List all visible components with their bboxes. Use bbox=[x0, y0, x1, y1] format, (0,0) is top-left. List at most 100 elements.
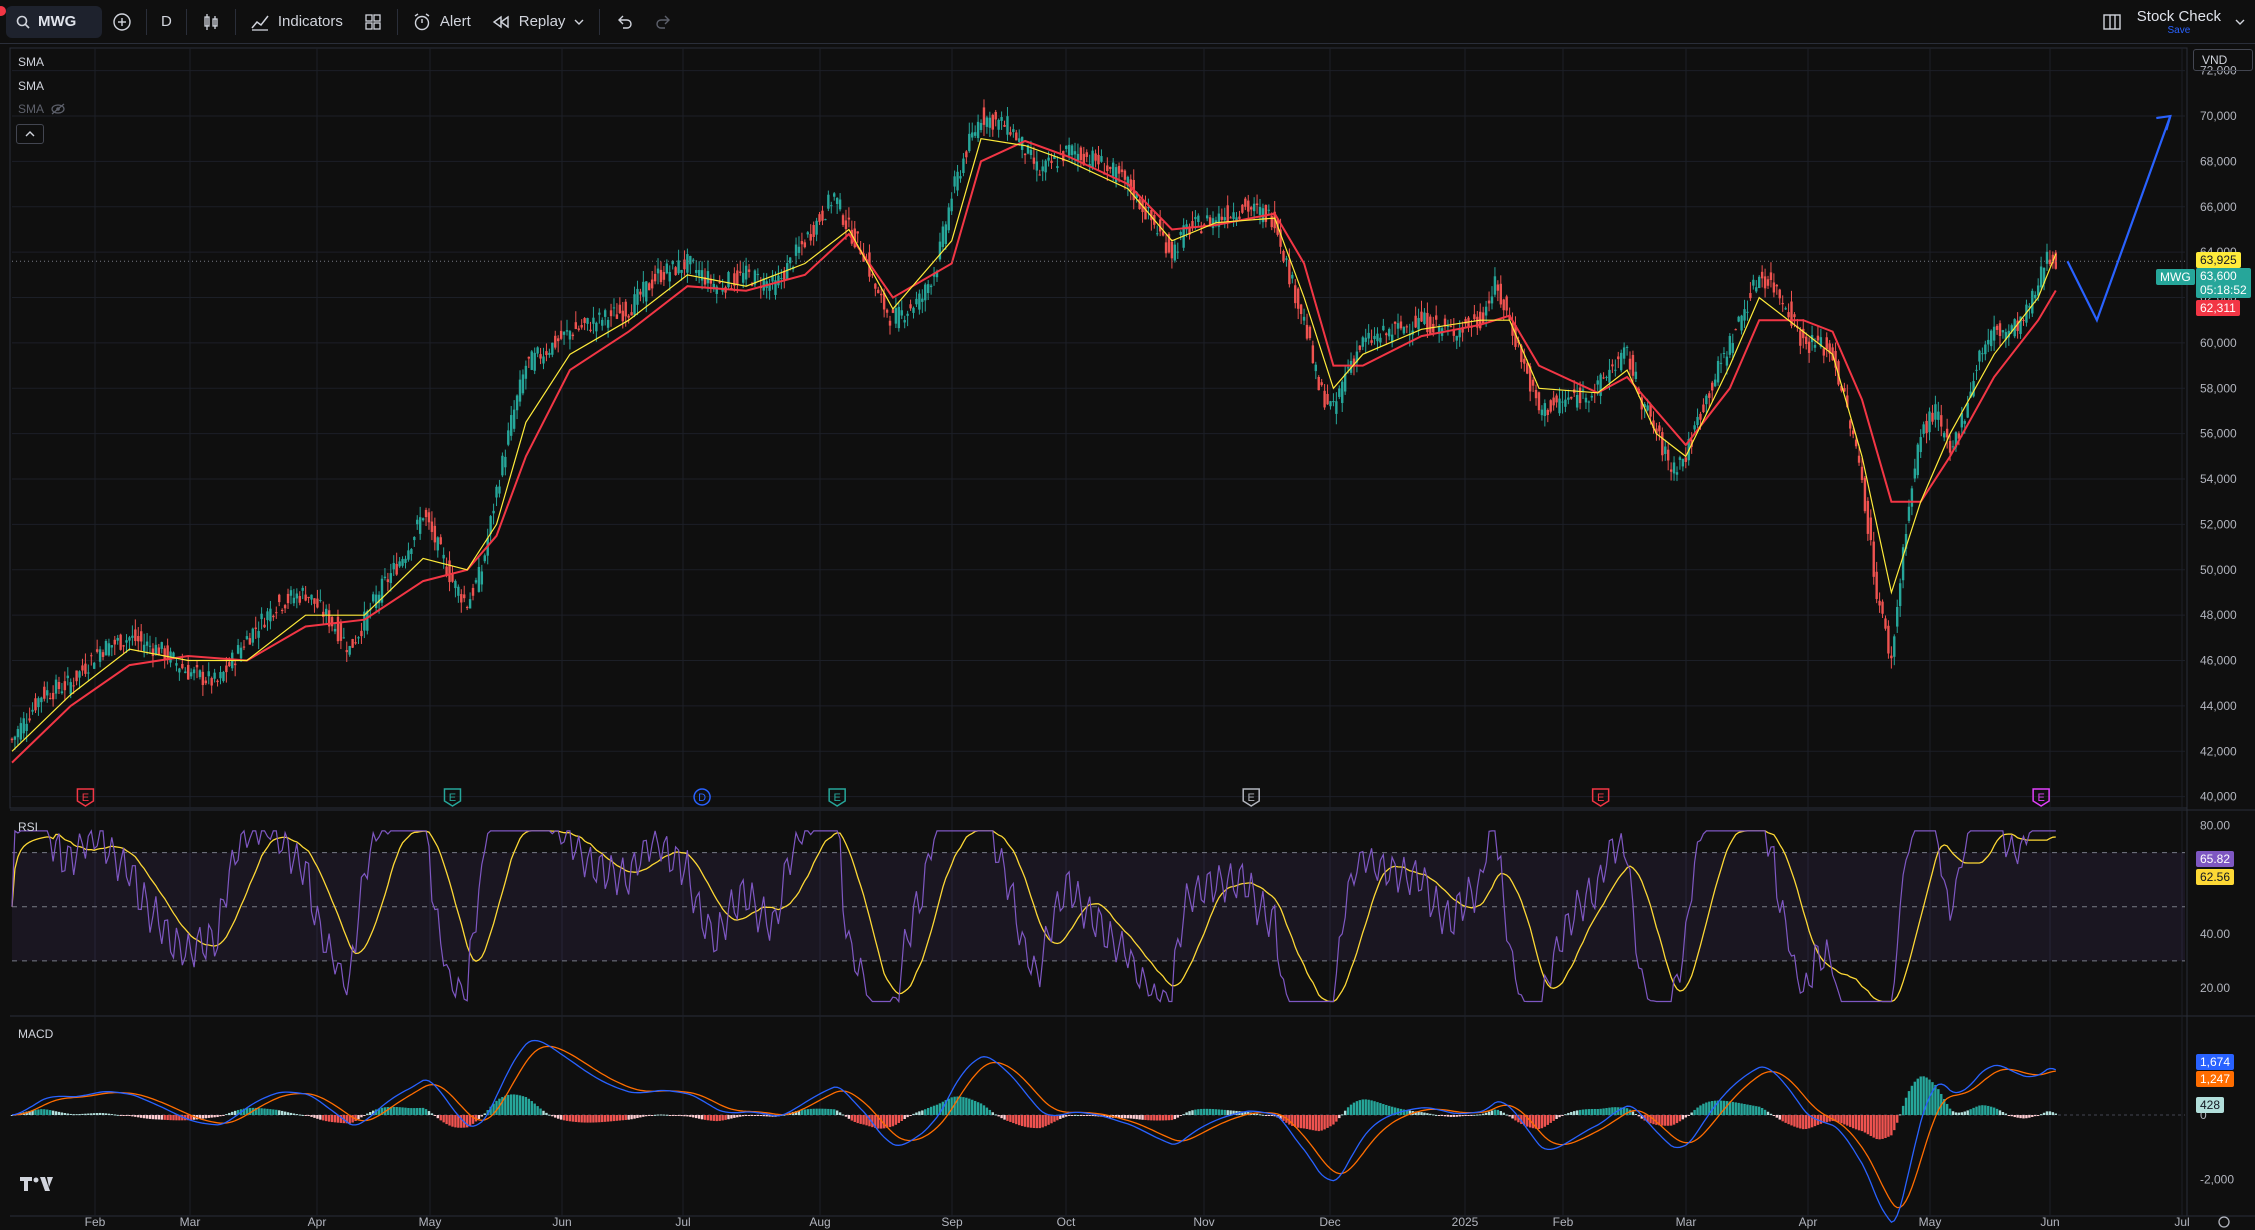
macd-histogram-bar bbox=[662, 1114, 666, 1116]
candle-body bbox=[1270, 215, 1273, 228]
macd-histogram-bar bbox=[1270, 1115, 1273, 1116]
chart-canvas[interactable]: 72,00070,00068,00066,00064,00062,00060,0… bbox=[0, 0, 2255, 1230]
candle-body bbox=[630, 312, 633, 316]
candle-body bbox=[407, 550, 410, 560]
macd-histogram-bar bbox=[1367, 1099, 1370, 1115]
candle-body bbox=[357, 637, 360, 639]
macd-histogram-bar bbox=[1135, 1115, 1138, 1120]
macd-histogram-bar bbox=[894, 1115, 898, 1125]
macd-histogram-bar bbox=[1778, 1115, 1781, 1120]
candle-body bbox=[1731, 343, 1734, 353]
sma-legend-2[interactable]: SMA bbox=[18, 79, 44, 93]
candle-body bbox=[559, 330, 563, 339]
candle-body bbox=[142, 644, 146, 652]
candle-body bbox=[204, 680, 208, 684]
macd-histogram-bar bbox=[542, 1110, 545, 1115]
candle-body bbox=[75, 670, 78, 682]
macd-histogram-bar bbox=[765, 1115, 768, 1117]
candle-body bbox=[1766, 279, 1770, 286]
histogram-value-tag: 428 bbox=[2196, 1097, 2225, 1113]
sma-legend-3[interactable]: SMA bbox=[18, 102, 66, 116]
macd-histogram-bar bbox=[1373, 1101, 1376, 1115]
collapse-legend-button[interactable] bbox=[16, 124, 44, 144]
candle-body bbox=[1299, 304, 1303, 315]
candle-body bbox=[1417, 318, 1420, 330]
macd-histogram-bar bbox=[1910, 1085, 1914, 1115]
macd-histogram-bar bbox=[1951, 1111, 1955, 1115]
macd-histogram-bar bbox=[706, 1115, 710, 1121]
macd-histogram-bar bbox=[413, 1108, 416, 1115]
candle-body bbox=[874, 283, 877, 289]
macd-histogram-bar bbox=[1846, 1115, 1849, 1126]
candle-body bbox=[1487, 300, 1491, 304]
candle-body bbox=[313, 598, 316, 604]
candle-body bbox=[60, 691, 64, 694]
macd-histogram-bar bbox=[950, 1097, 953, 1115]
candle-body bbox=[800, 241, 804, 245]
macd-histogram-bar bbox=[480, 1115, 484, 1117]
macd-pane-title[interactable]: MACD bbox=[18, 1027, 53, 1041]
candle-body bbox=[997, 119, 1000, 130]
candle-body bbox=[1094, 153, 1097, 161]
candle-body bbox=[178, 668, 181, 673]
candle-body bbox=[788, 257, 792, 264]
macd-histogram-bar bbox=[979, 1103, 983, 1115]
candle-body bbox=[1091, 150, 1094, 168]
candle-body bbox=[1893, 636, 1896, 657]
macd-histogram-bar bbox=[210, 1115, 213, 1118]
macd-histogram-bar bbox=[1705, 1102, 1708, 1115]
macd-histogram-bar bbox=[568, 1115, 572, 1122]
macd-histogram-bar bbox=[1784, 1115, 1787, 1123]
candle-body bbox=[583, 318, 586, 323]
candle-body bbox=[298, 595, 301, 603]
macd-histogram-bar bbox=[562, 1115, 566, 1121]
rsi-tick-label: 40.00 bbox=[2200, 927, 2230, 941]
rsi-pane-title[interactable]: RSI bbox=[18, 820, 38, 834]
candle-body bbox=[648, 283, 651, 291]
macd-histogram-bar bbox=[1044, 1115, 1047, 1127]
candle-body bbox=[72, 685, 75, 687]
candle-body bbox=[1998, 323, 2002, 337]
macd-histogram-bar bbox=[756, 1115, 760, 1116]
macd-histogram-bar bbox=[2025, 1115, 2028, 1119]
macd-histogram-bar bbox=[973, 1100, 977, 1115]
macd-histogram-bar bbox=[477, 1115, 481, 1119]
rsi-ma-value-tag: 62.56 bbox=[2196, 869, 2235, 885]
candle-body bbox=[806, 232, 809, 235]
y-tick-label: 42,000 bbox=[2200, 744, 2237, 758]
macd-histogram-bar bbox=[1452, 1115, 1456, 1117]
macd-histogram-bar bbox=[844, 1115, 848, 1117]
macd-histogram-bar bbox=[583, 1115, 586, 1123]
candle-body bbox=[592, 317, 595, 324]
candle-body bbox=[1285, 258, 1288, 260]
macd-histogram-bar bbox=[1696, 1107, 1699, 1115]
currency-button[interactable]: VND bbox=[2193, 49, 2253, 71]
macd-histogram-bar bbox=[533, 1103, 536, 1115]
settings-gear-icon[interactable] bbox=[2218, 1216, 2230, 1228]
candle-body bbox=[574, 322, 578, 330]
macd-histogram-bar bbox=[157, 1115, 161, 1120]
candle-body bbox=[1816, 335, 1820, 341]
candle-body bbox=[460, 594, 463, 603]
candle-body bbox=[1884, 618, 1887, 629]
candle-body bbox=[615, 314, 619, 319]
candle-body bbox=[744, 265, 748, 280]
candle-body bbox=[595, 322, 598, 332]
candle-body bbox=[1887, 625, 1890, 654]
candle-body bbox=[877, 289, 880, 294]
macd-histogram-bar bbox=[739, 1115, 742, 1117]
macd-histogram-bar bbox=[800, 1109, 804, 1115]
eye-hidden-icon[interactable] bbox=[50, 103, 66, 115]
macd-histogram-bar bbox=[175, 1115, 178, 1121]
macd-histogram-bar bbox=[57, 1111, 61, 1115]
macd-histogram-bar bbox=[1567, 1112, 1570, 1115]
candle-body bbox=[245, 636, 249, 640]
candle-body bbox=[418, 517, 422, 534]
macd-histogram-bar bbox=[971, 1099, 974, 1115]
candle-body bbox=[34, 698, 37, 711]
candle-body bbox=[821, 210, 824, 221]
candle-body bbox=[1711, 382, 1714, 391]
sma-legend-1[interactable]: SMA bbox=[18, 55, 44, 69]
candle-body bbox=[1382, 325, 1385, 331]
candle-body bbox=[1737, 316, 1740, 322]
